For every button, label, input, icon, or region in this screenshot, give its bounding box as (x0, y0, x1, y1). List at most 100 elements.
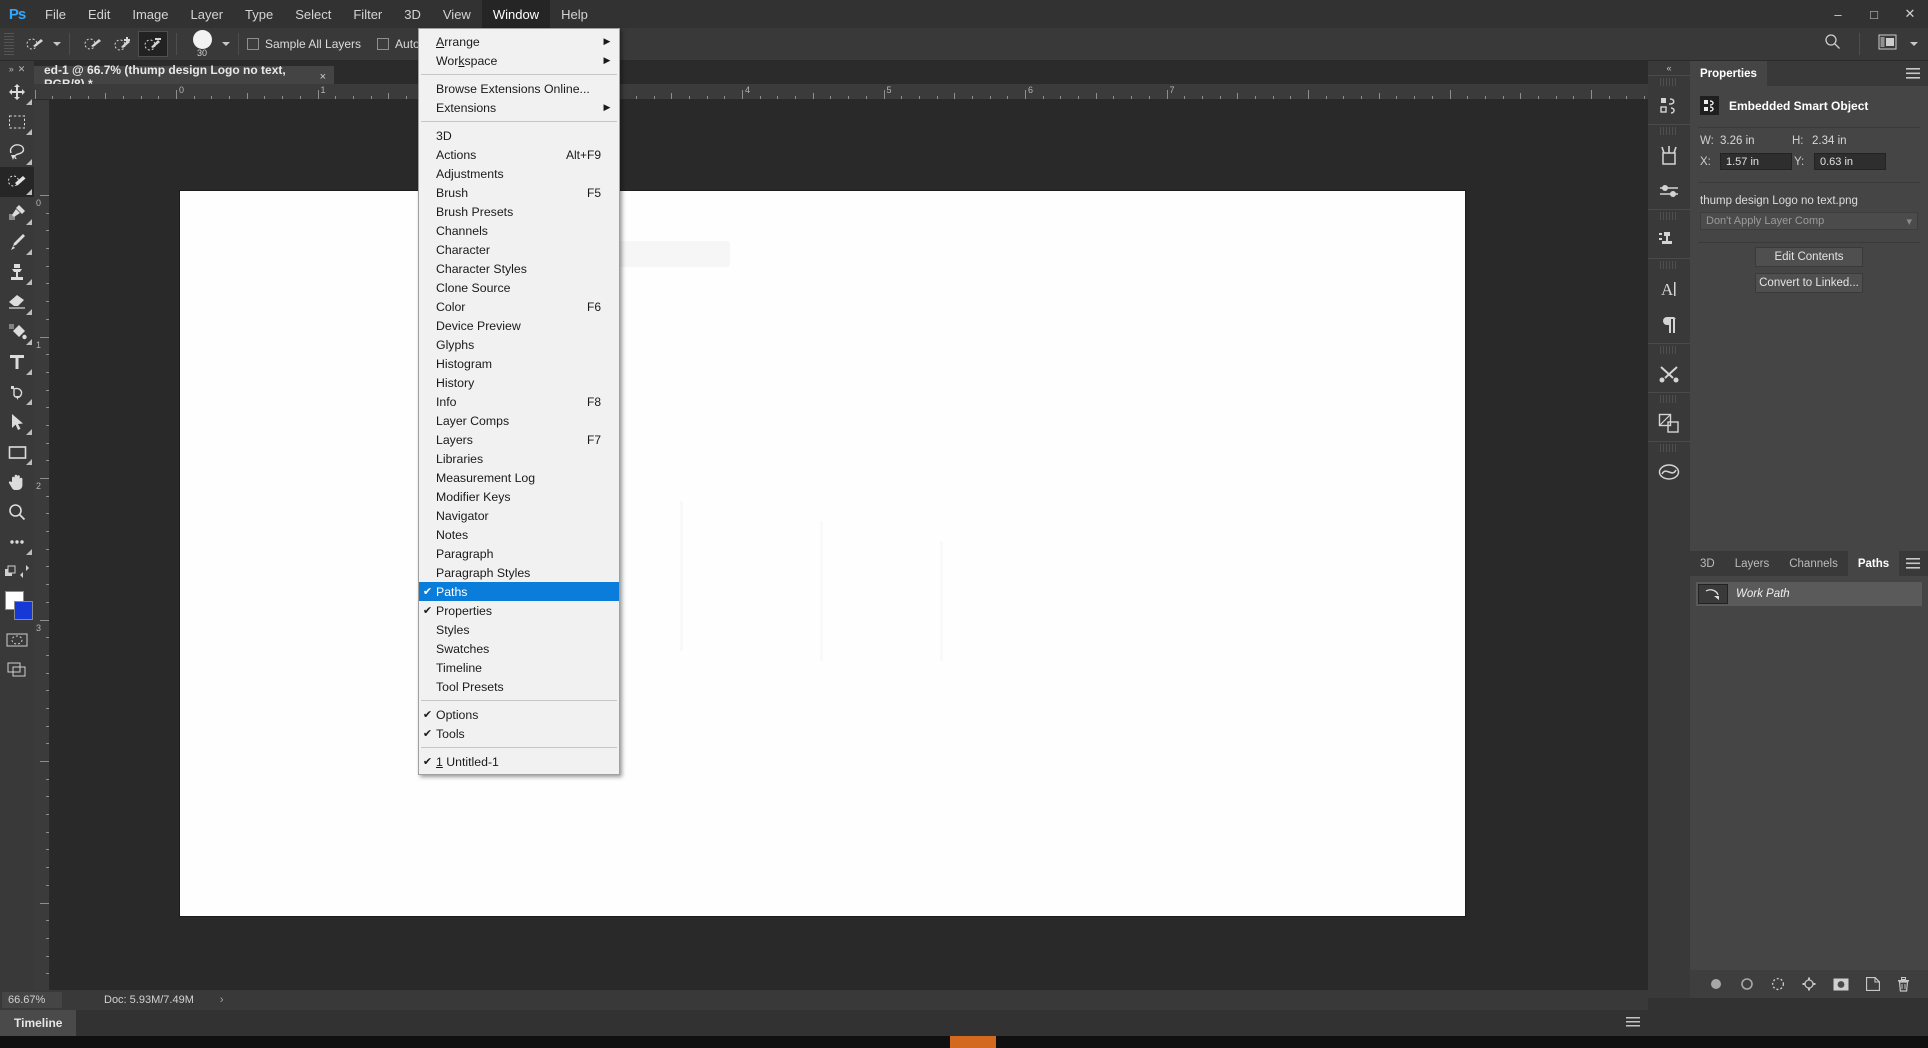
window-menu-dropdown[interactable]: Arrange▶Workspace▶Browse Extensions Onli… (418, 28, 620, 775)
actions-icon[interactable] (1648, 356, 1690, 392)
menu-item-styles[interactable]: Styles (419, 620, 619, 639)
menu-layer[interactable]: Layer (180, 0, 235, 28)
type-tool[interactable] (0, 347, 34, 377)
workspace-switcher-icon[interactable] (1878, 34, 1897, 55)
marquee-tool[interactable] (0, 107, 34, 137)
move-tool[interactable] (0, 77, 34, 107)
hand-tool[interactable] (0, 467, 34, 497)
menu-item-layers[interactable]: LayersF7 (419, 430, 619, 449)
rail-grip[interactable] (1660, 212, 1678, 220)
pen-tool[interactable] (0, 377, 34, 407)
path-list-item[interactable]: Work Path (1696, 582, 1922, 606)
menu-item-character-styles[interactable]: Character Styles (419, 259, 619, 278)
styles-icon[interactable] (1648, 222, 1690, 258)
stroke-path-icon[interactable] (1740, 977, 1754, 991)
tab-3d[interactable]: 3D (1690, 551, 1725, 576)
menu-item-navigator[interactable]: Navigator (419, 506, 619, 525)
menu-item-paths[interactable]: ✔Paths (419, 582, 619, 601)
menu-item-libraries[interactable]: Libraries (419, 449, 619, 468)
menu-item-1-untitled-1[interactable]: ✔1 Untitled-1 (419, 752, 619, 771)
menu-item-layer-comps[interactable]: Layer Comps (419, 411, 619, 430)
menu-help[interactable]: Help (550, 0, 599, 28)
add-to-selection-button[interactable] (108, 31, 138, 57)
options-bar-grip[interactable] (4, 33, 14, 55)
lasso-tool[interactable] (0, 137, 34, 167)
status-chevron-right-icon[interactable]: › (220, 994, 224, 1006)
canvas-area[interactable] (50, 100, 1648, 990)
load-selection-icon[interactable] (1771, 977, 1785, 991)
zoom-level-field[interactable]: 66.67% (2, 992, 62, 1008)
quick-mask-toggle[interactable] (0, 625, 34, 655)
delete-path-icon[interactable] (1897, 977, 1910, 992)
menu-item-options[interactable]: ✔Options (419, 705, 619, 724)
menu-window[interactable]: Window (482, 0, 550, 28)
subtract-from-selection-button[interactable] (138, 31, 168, 57)
tab-channels[interactable]: Channels (1779, 551, 1848, 576)
rail-grip[interactable] (1660, 78, 1678, 86)
rail-grip[interactable] (1660, 444, 1678, 452)
menu-item-actions[interactable]: ActionsAlt+F9 (419, 145, 619, 164)
brush-tool[interactable] (0, 227, 34, 257)
menu-view[interactable]: View (432, 0, 482, 28)
menu-item-extensions[interactable]: Extensions▶ (419, 98, 619, 117)
menu-item-glyphs[interactable]: Glyphs (419, 335, 619, 354)
maximize-button[interactable]: □ (1856, 0, 1892, 28)
menu-item-adjustments[interactable]: Adjustments (419, 164, 619, 183)
menu-image[interactable]: Image (121, 0, 179, 28)
adjustments-icon[interactable] (1648, 173, 1690, 209)
brushes-icon[interactable] (1648, 137, 1690, 173)
menu-filter[interactable]: Filter (342, 0, 393, 28)
new-path-icon[interactable] (1866, 977, 1880, 991)
rail-grip[interactable] (1660, 127, 1678, 135)
menu-file[interactable]: File (34, 0, 77, 28)
menu-type[interactable]: Type (234, 0, 284, 28)
rail-grip[interactable] (1660, 395, 1678, 403)
tab-paths[interactable]: Paths (1848, 551, 1899, 576)
artboard[interactable] (180, 191, 1465, 916)
eyedropper-tool[interactable] (0, 197, 34, 227)
sample-all-layers-checkbox[interactable]: Sample All Layers (247, 37, 361, 51)
make-work-path-icon[interactable] (1802, 977, 1816, 991)
rail-collapse-button[interactable]: « (1648, 61, 1690, 75)
paragraph-icon[interactable] (1648, 307, 1690, 343)
rail-grip[interactable] (1660, 261, 1678, 269)
tools-panel-collapse[interactable]: » ✕ (0, 61, 34, 77)
minimize-button[interactable]: – (1820, 0, 1856, 28)
timeline-menu-icon[interactable] (1626, 1014, 1640, 1032)
menu-item-arrange[interactable]: Arrange▶ (419, 32, 619, 51)
edit-contents-button[interactable]: Edit Contents (1755, 247, 1863, 267)
menu-item-brush-presets[interactable]: Brush Presets (419, 202, 619, 221)
menu-item-modifier-keys[interactable]: Modifier Keys (419, 487, 619, 506)
tools-close-icon[interactable]: ✕ (18, 64, 26, 75)
menu-select[interactable]: Select (284, 0, 342, 28)
color-mode-controls[interactable] (0, 557, 34, 587)
tab-timeline[interactable]: Timeline (0, 1010, 76, 1036)
menu-item-measurement-log[interactable]: Measurement Log (419, 468, 619, 487)
menu-item-brush[interactable]: BrushF5 (419, 183, 619, 202)
menu-edit[interactable]: Edit (77, 0, 121, 28)
menu-item-tool-presets[interactable]: Tool Presets (419, 677, 619, 696)
x-input[interactable]: 1.57 in (1720, 153, 1792, 170)
character-icon[interactable]: A (1648, 271, 1690, 307)
panel-menu-icon[interactable] (1906, 551, 1928, 576)
menu-item-notes[interactable]: Notes (419, 525, 619, 544)
clone-stamp-tool[interactable] (0, 257, 34, 287)
edit-toolbar-tool[interactable] (0, 527, 34, 557)
menu-item-3d[interactable]: 3D (419, 126, 619, 145)
rail-grip[interactable] (1660, 346, 1678, 354)
path-selection-tool[interactable] (0, 407, 34, 437)
brush-size-preview[interactable]: 30 (185, 30, 219, 58)
brush-picker-chevron-down-icon[interactable] (222, 42, 230, 46)
menu-item-properties[interactable]: ✔Properties (419, 601, 619, 620)
panel-menu-icon[interactable] (1906, 61, 1928, 86)
menu-item-tools[interactable]: ✔Tools (419, 724, 619, 743)
menu-item-timeline[interactable]: Timeline (419, 658, 619, 677)
convert-to-linked-button[interactable]: Convert to Linked... (1755, 273, 1863, 293)
screen-mode-toggle[interactable] (0, 655, 34, 685)
properties-icon[interactable] (1648, 88, 1690, 124)
y-input[interactable]: 0.63 in (1814, 153, 1886, 170)
menu-item-character[interactable]: Character (419, 240, 619, 259)
eraser-tool[interactable] (0, 287, 34, 317)
menu-item-device-preview[interactable]: Device Preview (419, 316, 619, 335)
tool-preset-chevron-down-icon[interactable] (53, 42, 61, 46)
